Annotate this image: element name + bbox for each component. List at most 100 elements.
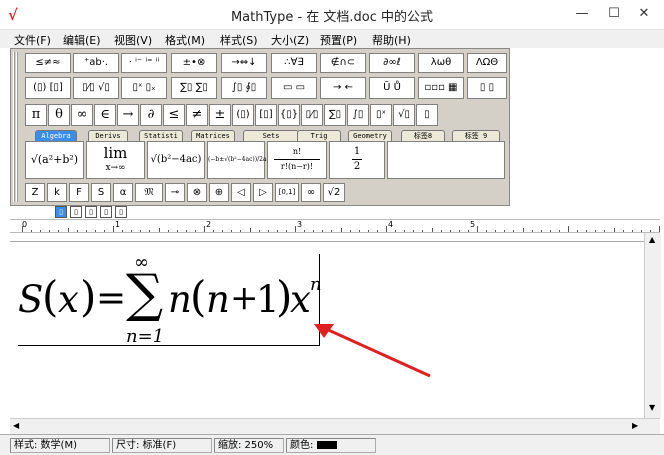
fraction-template-button[interactable]: ▯⁄▯ bbox=[301, 104, 323, 126]
fences-palette-button[interactable]: (▯) [▯] bbox=[25, 77, 71, 99]
tab-sets[interactable]: Sets bbox=[243, 130, 299, 141]
integrals-palette-button[interactable]: ∫▯ ∮▯ bbox=[221, 77, 267, 99]
menu-edit[interactable]: 编辑(E) bbox=[63, 32, 101, 48]
tab-geometry[interactable]: Geometry bbox=[348, 130, 392, 141]
style-k-button[interactable]: k bbox=[47, 183, 67, 202]
template-discriminant[interactable]: √(b²−4ac) bbox=[147, 141, 205, 179]
size-sub-subscript-button[interactable]: ▯ bbox=[85, 206, 97, 218]
menu-help[interactable]: 帮助(H) bbox=[372, 32, 411, 48]
brackets-template-button[interactable]: [▯] bbox=[255, 104, 277, 126]
logic-palette-button[interactable]: ∴∀∃ bbox=[271, 53, 317, 73]
menu-style[interactable]: 样式(S) bbox=[220, 32, 258, 48]
operators-palette-button[interactable]: ±•⊗ bbox=[171, 53, 217, 73]
subscripts-palette-button[interactable]: ▯ˣ ▯ₓ bbox=[121, 77, 167, 99]
size-full-button[interactable]: ▯ bbox=[55, 206, 67, 218]
ruler-tick bbox=[404, 230, 406, 232]
less-equal-symbol-button[interactable]: ≤ bbox=[163, 104, 185, 126]
menu-size[interactable]: 大小(Z) bbox=[271, 32, 309, 48]
boxes-palette-button[interactable]: ▯ ▯ bbox=[467, 77, 507, 99]
formula-n1: n bbox=[168, 278, 192, 321]
scroll-right-icon[interactable]: ▶ bbox=[632, 421, 638, 430]
scroll-up-icon[interactable]: ▲ bbox=[649, 235, 655, 244]
vertical-scrollbar[interactable]: ▲ ▼ bbox=[644, 233, 661, 418]
ruler[interactable]: 0 1 2 3 4 5 bbox=[10, 219, 660, 233]
theta-symbol-button[interactable]: θ bbox=[48, 104, 70, 126]
template-pythagoras[interactable]: √(a²+b²) bbox=[25, 141, 84, 179]
menu-preferences[interactable]: 预置(P) bbox=[320, 32, 357, 48]
combination-denominator: r!(n−r)! bbox=[280, 162, 314, 171]
equation-editor[interactable]: S ( x ) = ∞ ∑ n=1 n ( n + 1 ) x n bbox=[10, 241, 660, 418]
summations-palette-button[interactable]: ∑▯ ∑▯ bbox=[171, 77, 217, 99]
close-icon[interactable]: ✕ bbox=[624, 0, 664, 30]
interval-template-button[interactable]: [0,1] bbox=[275, 183, 299, 202]
radical-template-button[interactable]: √▯ bbox=[393, 104, 415, 126]
tab-trig[interactable]: Trig bbox=[297, 130, 341, 141]
arrows-palette-button[interactable]: →⇔↓ bbox=[221, 53, 267, 73]
ruler-tick bbox=[577, 230, 579, 232]
matrices-palette-button[interactable]: ▫▫▫ ▦ bbox=[418, 77, 464, 99]
misc-symbols-palette-button[interactable]: ∂∞ℓ bbox=[369, 53, 415, 73]
style-f-button[interactable]: F bbox=[69, 183, 89, 202]
plus-minus-symbol-button[interactable]: ± bbox=[209, 104, 231, 126]
template-combination[interactable]: n! r!(n−r)! bbox=[267, 141, 327, 179]
style-s-button[interactable]: S bbox=[91, 183, 111, 202]
greek-lower-palette-button[interactable]: λωθ bbox=[418, 53, 464, 73]
box-template-button[interactable]: ▯ bbox=[416, 104, 438, 126]
parentheses-template-button[interactable]: (▯) bbox=[232, 104, 254, 126]
template-quadratic-formula[interactable]: (−b±√(b²−4ac))/2a bbox=[207, 141, 267, 179]
multimap-symbol-button[interactable]: ⊸ bbox=[165, 183, 185, 202]
ruler-label: 5 bbox=[470, 220, 476, 229]
oplus-symbol-button[interactable]: ⊕ bbox=[209, 183, 229, 202]
tab-matrices[interactable]: Matrices bbox=[191, 130, 235, 141]
template-empty-slot[interactable] bbox=[387, 141, 505, 179]
relations-palette-button[interactable]: ≤≠≈ bbox=[25, 53, 71, 73]
right-arrow-symbol-button[interactable]: → bbox=[117, 104, 139, 126]
tab-statistics[interactable]: Statisti bbox=[139, 130, 183, 141]
right-triangle-symbol-button[interactable]: ▷ bbox=[253, 183, 273, 202]
infinity-small-button[interactable]: ∞ bbox=[301, 183, 321, 202]
style-z-button[interactable]: Z bbox=[25, 183, 45, 202]
sqrt-two-button[interactable]: √2 bbox=[323, 183, 345, 202]
spaces-palette-button[interactable]: ⁺ab·. bbox=[73, 53, 119, 73]
menu-format[interactable]: 格式(M) bbox=[165, 32, 205, 48]
tab-8[interactable]: 标签8 bbox=[401, 130, 445, 141]
sum-template-button[interactable]: ∑▯ bbox=[324, 104, 346, 126]
template-one-half[interactable]: 1 2 bbox=[329, 141, 385, 179]
otimes-symbol-button[interactable]: ⊗ bbox=[187, 183, 207, 202]
status-bar: 样式: 数学(M) 尺寸: 标准(F) 缩放: 250% 颜色: bbox=[0, 434, 664, 455]
tab-derivs[interactable]: Derivs bbox=[88, 130, 128, 141]
horizontal-scrollbar[interactable]: ◀ ▶ bbox=[10, 418, 660, 434]
scroll-left-icon[interactable]: ◀ bbox=[13, 421, 19, 430]
partial-symbol-button[interactable]: ∂ bbox=[140, 104, 162, 126]
template-limit[interactable]: lim x→∞ bbox=[86, 141, 145, 179]
size-symbol-button[interactable]: ▯ bbox=[100, 206, 112, 218]
bars-palette-button[interactable]: ▭ ▭ bbox=[271, 77, 317, 99]
menu-file[interactable]: 文件(F) bbox=[14, 32, 51, 48]
superscript-template-button[interactable]: ▯ˣ bbox=[370, 104, 392, 126]
size-sub-symbol-button[interactable]: ▯ bbox=[115, 206, 127, 218]
toolbar-grip[interactable] bbox=[13, 52, 19, 202]
infinity-symbol-button[interactable]: ∞ bbox=[71, 104, 93, 126]
menu-view[interactable]: 视图(V) bbox=[114, 32, 152, 48]
labeled-arrows-palette-button[interactable]: → ← bbox=[320, 77, 366, 99]
tab-algebra[interactable]: Algebra bbox=[35, 130, 77, 141]
fractions-radicals-palette-button[interactable]: ▯⁄▯ √▯ bbox=[73, 77, 119, 99]
left-triangle-symbol-button[interactable]: ◁ bbox=[231, 183, 251, 202]
fraktur-m-button[interactable]: 𝔐 bbox=[135, 183, 163, 202]
size-subscript-button[interactable]: ▯ bbox=[70, 206, 82, 218]
greek-upper-palette-button[interactable]: ΛΩΘ bbox=[467, 53, 507, 73]
not-equal-symbol-button[interactable]: ≠ bbox=[186, 104, 208, 126]
integral-template-button[interactable]: ∫▯ bbox=[347, 104, 369, 126]
embellishments-palette-button[interactable]: ⋅ ⁱ⁻ ⁱ⁼ ⁱⁱ bbox=[121, 53, 167, 73]
alpha-symbol-button[interactable]: α bbox=[113, 183, 133, 202]
ruler-tick bbox=[22, 226, 23, 232]
scroll-down-icon[interactable]: ▼ bbox=[649, 403, 655, 412]
element-of-symbol-button[interactable]: ∈ bbox=[94, 104, 116, 126]
tab-9[interactable]: 标签 9 bbox=[452, 130, 500, 141]
braces-template-button[interactable]: {▯} bbox=[278, 104, 300, 126]
set-theory-palette-button[interactable]: ∉∩⊂ bbox=[320, 53, 366, 73]
ruler-tick bbox=[304, 230, 306, 232]
products-palette-button[interactable]: Ū Ů bbox=[369, 77, 415, 99]
ruler-label: 3 bbox=[297, 220, 303, 229]
pi-symbol-button[interactable]: π bbox=[25, 104, 47, 126]
